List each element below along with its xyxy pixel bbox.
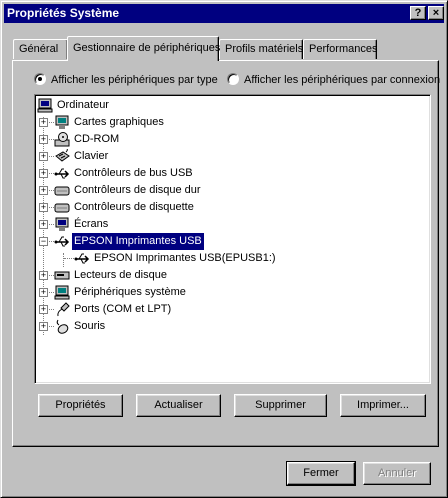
view-by-connection-option[interactable]: Afficher les périphériques par connexion — [227, 73, 440, 87]
usb-icon — [54, 236, 70, 247]
print-button[interactable]: Imprimer... — [340, 394, 426, 417]
expand-icon[interactable]: + — [39, 271, 48, 280]
tree-item-label: Contrôleurs de disquette — [74, 201, 194, 213]
tree-item-label: Contrôleurs de disque dur — [74, 184, 201, 196]
tree-item-label-selected: EPSON Imprimantes USB — [72, 233, 204, 250]
expand-icon[interactable]: + — [39, 220, 48, 229]
usb-icon — [74, 253, 90, 264]
help-button[interactable]: ? — [410, 6, 426, 20]
tree-item-label: CD-ROM — [74, 133, 120, 145]
view-by-type-radio[interactable] — [34, 73, 46, 85]
tab-performance[interactable]: Performances — [303, 39, 377, 59]
tab-general[interactable]: Général — [13, 39, 68, 59]
collapse-icon[interactable]: − — [39, 237, 48, 246]
tab-hardware-profiles[interactable]: Profils matériels — [219, 39, 303, 59]
expand-icon[interactable]: + — [39, 203, 48, 212]
usb-icon — [54, 168, 70, 179]
tree-root-label: Ordinateur — [57, 99, 109, 111]
expand-icon[interactable]: + — [39, 152, 48, 161]
view-by-type-label: Afficher les périphériques par type — [51, 74, 218, 86]
properties-button[interactable]: Propriétés — [38, 394, 123, 417]
tree-item-label: Cartes graphiques — [74, 116, 164, 128]
remove-button[interactable]: Supprimer — [234, 394, 327, 417]
device-tree[interactable]: Ordinateur + Cartes graphiques + CD-ROM — [34, 94, 431, 384]
tab-device-manager[interactable]: Gestionnaire de périphériques — [67, 36, 220, 61]
tree-item-label: Contrôleurs de bus USB — [74, 167, 193, 179]
tree-connector — [64, 258, 74, 259]
expand-icon[interactable]: + — [39, 169, 48, 178]
cancel-button[interactable]: Annuler — [363, 462, 431, 485]
expand-icon[interactable]: + — [39, 305, 48, 314]
window-title: Propriétés Système — [7, 6, 120, 20]
tree-connector — [63, 253, 64, 267]
expand-icon[interactable]: + — [39, 288, 48, 297]
tree-item-label: Ports (COM et LPT) — [74, 303, 172, 315]
tree-item-label: Lecteurs de disque — [74, 269, 167, 281]
system-properties-window: Propriétés Système ? × Général Gestionna… — [0, 0, 448, 498]
tree-item-label: EPSON Imprimantes USB(EPUSB1:) — [94, 252, 276, 264]
tree-item-label: Clavier — [74, 150, 109, 162]
view-by-connection-radio[interactable] — [227, 73, 239, 85]
system-device-icon — [54, 285, 70, 300]
keyboard-icon — [55, 149, 70, 162]
monitor-icon — [55, 217, 69, 231]
expand-icon[interactable]: + — [39, 322, 48, 331]
expand-icon[interactable]: + — [39, 186, 48, 195]
computer-icon — [37, 98, 53, 113]
refresh-button[interactable]: Actualiser — [136, 394, 221, 417]
close-dialog-button[interactable]: Fermer — [286, 461, 356, 486]
view-by-type-option[interactable]: Afficher les périphériques par type — [34, 73, 218, 87]
tree-item-label: Périphériques système — [74, 286, 186, 298]
expand-icon[interactable]: + — [39, 135, 48, 144]
title-bar[interactable]: Propriétés Système ? × — [4, 4, 444, 23]
mouse-icon — [56, 319, 69, 334]
disk-drive-icon — [54, 271, 70, 280]
expand-icon[interactable]: + — [39, 118, 48, 127]
view-by-connection-label: Afficher les périphériques par connexion — [244, 74, 441, 86]
tree-item-label: Souris — [74, 320, 106, 332]
display-adapter-icon — [55, 115, 69, 129]
disk-controller-icon — [54, 186, 70, 196]
cdrom-icon — [54, 132, 70, 147]
port-icon — [57, 302, 70, 317]
tree-item-label: Écrans — [74, 218, 109, 230]
floppy-controller-icon — [54, 203, 70, 213]
close-button[interactable]: × — [428, 6, 444, 20]
